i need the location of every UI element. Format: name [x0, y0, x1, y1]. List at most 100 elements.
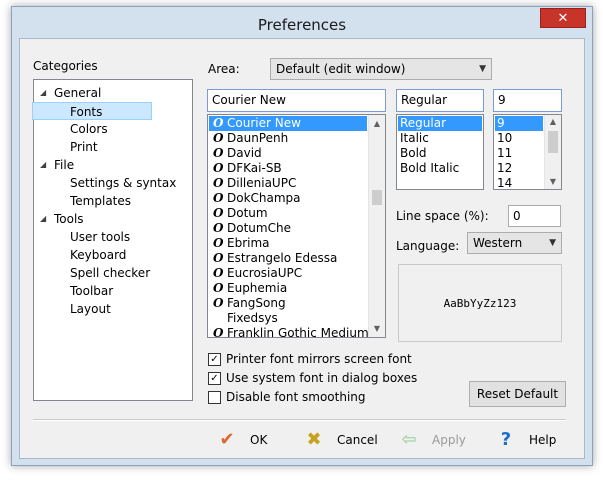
font-list-item[interactable]: O Estrangelo Edessa	[209, 251, 367, 266]
font-size-item[interactable]: 10	[495, 131, 543, 146]
option-checkbox-1[interactable]: ✓	[208, 372, 221, 385]
font-size-item[interactable]: 9	[495, 116, 543, 131]
scroll-up-icon[interactable]: ▲	[369, 115, 385, 132]
font-list-item[interactable]: O David	[209, 146, 367, 161]
tree-item-10[interactable]: Spell checker	[70, 264, 150, 282]
tree-item-11[interactable]: Toolbar	[70, 282, 113, 300]
tree-group-7[interactable]: ◢ Tools	[40, 210, 84, 228]
font-name: Euphemia	[227, 281, 288, 295]
font-style-input[interactable]: Regular	[396, 89, 484, 112]
font-size-list[interactable]: ▲ ▼ 9 10 11 12 14	[493, 114, 562, 190]
apply-button[interactable]: ⇦ Apply	[398, 429, 468, 451]
line-space-label: Line space (%):	[396, 209, 489, 223]
checkmark-icon: ✔	[219, 429, 235, 450]
opentype-icon: O	[213, 176, 224, 190]
scroll-thumb[interactable]	[372, 190, 382, 205]
font-list-item[interactable]: O DFKai-SB	[209, 161, 367, 176]
font-name: EucrosiaUPC	[227, 266, 303, 280]
font-list-item[interactable]: O DotumChe	[209, 221, 367, 236]
tree-item-2[interactable]: Colors	[70, 120, 108, 138]
chevron-down-icon: ▼	[479, 64, 486, 74]
font-size-item[interactable]: 14	[495, 176, 543, 189]
font-style-item[interactable]: Italic	[398, 131, 482, 146]
font-list-item[interactable]: O EucrosiaUPC	[209, 266, 367, 281]
font-size-input[interactable]: 9	[493, 89, 562, 112]
expand-arrow-icon[interactable]: ◢	[40, 156, 46, 174]
cancel-button[interactable]: ✖ Cancel	[303, 429, 383, 451]
tree-group-0[interactable]: ◢ General	[40, 84, 101, 102]
area-dropdown[interactable]: Default (edit window) ▼	[270, 58, 492, 80]
font-list-item[interactable]: O FangSong	[209, 296, 367, 311]
font-style-list[interactable]: Regular Italic Bold Bold Italic	[396, 114, 484, 190]
opentype-icon: O	[213, 326, 224, 338]
tree-item-12[interactable]: Layout	[70, 300, 111, 318]
opentype-icon: O	[213, 251, 224, 265]
size-list-scrollbar[interactable]: ▲ ▼	[544, 115, 561, 189]
scroll-up-icon[interactable]: ▲	[545, 115, 561, 129]
font-size-item[interactable]: 11	[495, 146, 543, 161]
tree-item-label: File	[54, 158, 75, 172]
option-checkbox-2[interactable]	[208, 391, 221, 404]
font-list-item[interactable]: O Dotum	[209, 206, 367, 221]
categories-tree: ◢ General Fonts Colors Print ◢ File Settings & …	[32, 79, 193, 401]
expand-arrow-icon[interactable]: ◢	[40, 84, 46, 102]
scroll-thumb[interactable]	[548, 131, 558, 153]
tree-item-label: Settings & syntax	[70, 176, 177, 190]
font-style-item[interactable]: Bold Italic	[398, 161, 482, 176]
area-label: Area:	[208, 62, 240, 76]
tree-group-4[interactable]: ◢ File	[40, 156, 75, 174]
language-dropdown[interactable]: Western ▼	[467, 232, 562, 254]
tree-item-label: Print	[70, 140, 98, 154]
expand-arrow-icon[interactable]: ◢	[40, 210, 46, 228]
apply-label: Apply	[432, 433, 466, 447]
tree-item-3[interactable]: Print	[70, 138, 98, 156]
preferences-window: Preferences ✕ Categories ◢ General Fonts Co…	[11, 6, 593, 466]
font-style-item[interactable]: Regular	[398, 116, 482, 131]
opentype-icon: O	[213, 131, 224, 145]
window-title: Preferences	[257, 16, 347, 34]
tree-item-8[interactable]: User tools	[70, 228, 130, 246]
opentype-icon: O	[213, 116, 224, 130]
reset-default-button[interactable]: Reset Default	[469, 381, 566, 407]
tree-item-label: Toolbar	[70, 284, 114, 298]
option-label-0[interactable]: Printer font mirrors screen font	[226, 352, 412, 366]
font-name-input[interactable]: Courier New	[207, 89, 386, 112]
font-list-item[interactable]: O Euphemia	[209, 281, 367, 296]
scroll-down-icon[interactable]: ▼	[545, 175, 561, 189]
option-label-1[interactable]: Use system font in dialog boxes	[226, 371, 417, 385]
help-label: Help	[529, 433, 557, 447]
font-list-item[interactable]: O Courier New	[209, 116, 367, 131]
font-preview: AaBbYyZz123	[398, 264, 562, 342]
font-list-item[interactable]: O DaunPenh	[209, 131, 367, 146]
tree-item-1[interactable]: Fonts	[32, 102, 152, 120]
preview-text: AaBbYyZz123	[443, 296, 517, 310]
opentype-icon: O	[213, 206, 224, 220]
tree-item-label: Fonts	[70, 105, 103, 119]
font-style-item[interactable]: Bold	[398, 146, 482, 161]
font-name: David	[227, 146, 262, 160]
help-button[interactable]: ? Help	[495, 429, 560, 451]
scroll-down-icon[interactable]: ▼	[369, 320, 385, 337]
categories-label: Categories	[33, 59, 98, 73]
font-list-item[interactable]: O DokChampa	[209, 191, 367, 206]
font-name: Fixedsys	[227, 311, 278, 325]
font-name: Estrangelo Edessa	[227, 251, 338, 265]
ok-button[interactable]: ✔ OK	[216, 429, 276, 451]
font-list-scrollbar[interactable]: ▲ ▼	[368, 115, 385, 337]
close-button[interactable]: ✕	[540, 8, 586, 28]
tree-item-5[interactable]: Settings & syntax	[70, 174, 176, 192]
font-name: DFKai-SB	[227, 161, 282, 175]
font-name: DotumChe	[227, 221, 291, 235]
font-list-item[interactable]: O Ebrima	[209, 236, 367, 251]
font-list-item[interactable]: O Franklin Gothic Medium	[209, 326, 369, 338]
option-checkbox-0[interactable]: ✓	[208, 353, 221, 366]
font-list-item[interactable]: O DilleniaUPC	[209, 176, 367, 191]
tree-item-6[interactable]: Templates	[70, 192, 131, 210]
option-label-2[interactable]: Disable font smoothing	[226, 390, 366, 404]
tree-item-9[interactable]: Keyboard	[70, 246, 126, 264]
font-size-item[interactable]: 12	[495, 161, 543, 176]
line-space-input[interactable]: 0	[508, 205, 561, 227]
font-list-item[interactable]: Fixedsys	[209, 311, 367, 326]
opentype-icon: O	[213, 236, 224, 250]
font-name-list[interactable]: ▲ ▼ O Courier New O DaunPenh O David O DFKai-SB…	[207, 114, 386, 338]
